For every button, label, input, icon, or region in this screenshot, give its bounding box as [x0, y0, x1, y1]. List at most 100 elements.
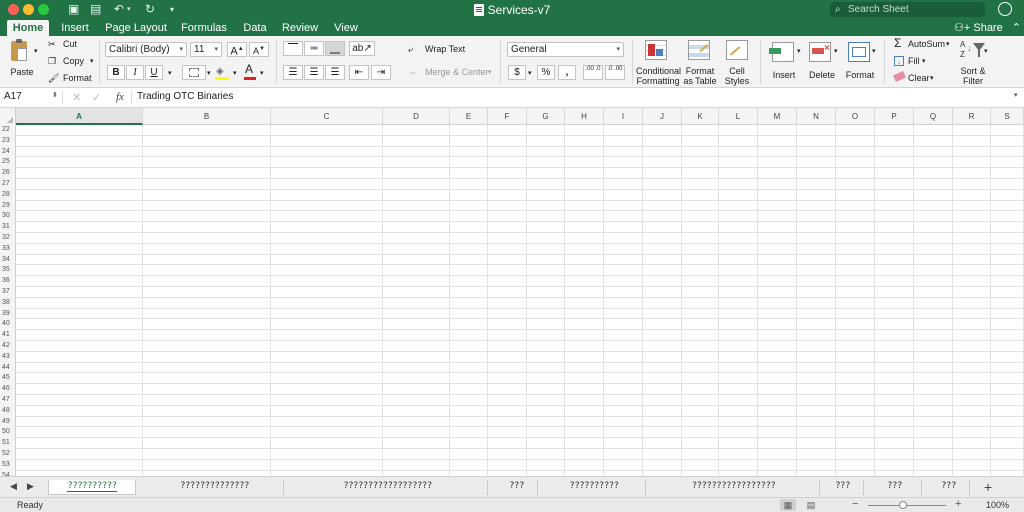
row-header[interactable]: 33 [0, 243, 16, 255]
cancel-icon[interactable]: ✕ [72, 91, 81, 104]
underline-button[interactable]: U [145, 65, 163, 80]
column-header-b[interactable]: B [143, 108, 271, 125]
font-color-caret-icon[interactable]: ▾ [260, 68, 264, 79]
add-sheet-button[interactable]: + [984, 479, 992, 495]
align-left-button[interactable]: ☰ [283, 65, 303, 80]
insert-function-button[interactable]: fx [116, 91, 124, 103]
fill-color-caret-icon[interactable]: ▾ [233, 68, 237, 79]
row-header[interactable]: 39 [0, 308, 16, 320]
row-header[interactable]: 53 [0, 459, 16, 471]
row-header[interactable]: 35 [0, 265, 16, 277]
row-header[interactable]: 25 [0, 157, 16, 169]
format-caret-icon[interactable]: ▾ [872, 46, 876, 57]
comma-style-button[interactable]: , [558, 65, 576, 80]
expand-formula-bar-icon[interactable]: ▾ [1014, 91, 1018, 99]
sheet-tab[interactable]: ?????????????????? [288, 480, 488, 495]
row-header[interactable]: 49 [0, 416, 16, 428]
normal-view-button[interactable]: ▦ [780, 499, 796, 511]
column-header-q[interactable]: Q [914, 108, 953, 125]
borders-caret-icon[interactable]: ▾ [207, 68, 211, 79]
row-header[interactable]: 22 [0, 125, 16, 136]
tab-page-layout[interactable]: Page Layout [102, 20, 170, 36]
row-header[interactable]: 48 [0, 405, 16, 417]
sheet-tab[interactable]: ??? [822, 480, 864, 495]
column-header-s[interactable]: S [991, 108, 1024, 125]
column-header-f[interactable]: F [488, 108, 527, 125]
column-header-k[interactable]: K [682, 108, 719, 125]
percent-button[interactable]: % [537, 65, 555, 80]
column-header-a[interactable]: A [16, 108, 143, 125]
row-header[interactable]: 52 [0, 448, 16, 460]
row-header[interactable]: 30 [0, 211, 16, 223]
next-sheet-icon[interactable]: ▶ [27, 481, 34, 492]
formula-input[interactable]: Trading OTC Binaries [137, 91, 233, 102]
tab-home[interactable]: Home [7, 20, 49, 36]
column-header-r[interactable]: R [953, 108, 991, 125]
align-bottom-button[interactable]: ⎽ [325, 41, 345, 56]
currency-button[interactable]: $ [508, 65, 526, 80]
column-header-m[interactable]: M [758, 108, 797, 125]
name-box[interactable]: A17 [4, 91, 22, 102]
underline-options-caret-icon[interactable]: ▾ [168, 68, 172, 79]
font-size-dropdown[interactable]: 11 ▾ [190, 42, 222, 57]
increase-decimal-button[interactable]: .00 .0 [583, 65, 603, 80]
sort-filter-caret-icon[interactable]: ▾ [984, 46, 988, 57]
column-header-p[interactable]: P [875, 108, 914, 125]
column-header-h[interactable]: H [565, 108, 604, 125]
share-button[interactable]: ⚇+ Share ⌃ [954, 20, 1021, 36]
row-header[interactable]: 28 [0, 189, 16, 201]
insert-caret-icon[interactable]: ▾ [797, 46, 801, 57]
row-header[interactable]: 23 [0, 135, 16, 147]
format-as-table-button[interactable]: Format as Table [682, 40, 718, 86]
column-header-l[interactable]: L [719, 108, 758, 125]
row-header[interactable]: 27 [0, 178, 16, 190]
font-name-dropdown[interactable]: Calibri (Body) ▾ [105, 42, 187, 57]
collapse-ribbon-icon[interactable]: ⌃ [1012, 22, 1021, 34]
row-header[interactable]: 45 [0, 373, 16, 385]
column-header-g[interactable]: G [527, 108, 565, 125]
row-header[interactable]: 29 [0, 200, 16, 212]
row-header[interactable]: 44 [0, 362, 16, 374]
column-header-o[interactable]: O [836, 108, 875, 125]
decrease-indent-button[interactable]: ⇤ [349, 65, 369, 80]
conditional-formatting-button[interactable]: Conditional Formatting [636, 40, 681, 86]
search-sheet-input[interactable]: ⌕ Search Sheet [830, 2, 985, 17]
row-header[interactable]: 47 [0, 394, 16, 406]
zoom-out-icon[interactable]: − [852, 498, 858, 510]
row-header[interactable]: 26 [0, 168, 16, 179]
row-header[interactable]: 24 [0, 146, 16, 158]
align-middle-button[interactable]: ═ [304, 41, 324, 56]
orientation-button[interactable]: ab↗ [349, 41, 375, 56]
zoom-slider-knob[interactable] [899, 501, 907, 509]
column-header-n[interactable]: N [797, 108, 836, 125]
confirm-icon[interactable]: ✓ [92, 91, 101, 104]
row-header[interactable]: 36 [0, 276, 16, 287]
currency-caret-icon[interactable]: ▾ [528, 68, 532, 79]
row-header[interactable]: 41 [0, 330, 16, 341]
row-header[interactable]: 32 [0, 232, 16, 244]
column-header-i[interactable]: I [604, 108, 643, 125]
tab-view[interactable]: View [332, 20, 360, 36]
sheet-tab[interactable]: ?????????????? [146, 480, 284, 495]
tab-formulas[interactable]: Formulas [178, 20, 230, 36]
align-center-button[interactable]: ☰ [304, 65, 324, 80]
sheet-tab[interactable]: ??? [928, 480, 970, 495]
tab-insert[interactable]: Insert [56, 20, 94, 36]
borders-button[interactable] [182, 65, 206, 80]
column-header-c[interactable]: C [271, 108, 383, 125]
row-header[interactable]: 31 [0, 222, 16, 233]
row-header[interactable]: 38 [0, 297, 16, 309]
spreadsheet-grid[interactable]: ABCDEFGHIJKLMNOPQRS 22 23 24 25 26 27 28 29 30 31… [0, 108, 1024, 476]
decrease-decimal-button[interactable]: .0 .00 [605, 65, 625, 80]
paste-options-caret-icon[interactable]: ▾ [34, 46, 38, 57]
sheet-tab[interactable]: ??? [868, 480, 922, 495]
tab-data[interactable]: Data [240, 20, 270, 36]
previous-sheet-icon[interactable]: ◀ [10, 481, 17, 492]
row-header[interactable]: 43 [0, 351, 16, 363]
sheet-tab[interactable]: ?????????? [48, 480, 136, 495]
decrease-font-size-button[interactable]: A▼ [249, 42, 269, 57]
row-header[interactable]: 42 [0, 340, 16, 352]
row-header[interactable]: 34 [0, 254, 16, 266]
column-header-j[interactable]: J [643, 108, 682, 125]
fill-color-button[interactable]: ◈ [213, 64, 231, 81]
